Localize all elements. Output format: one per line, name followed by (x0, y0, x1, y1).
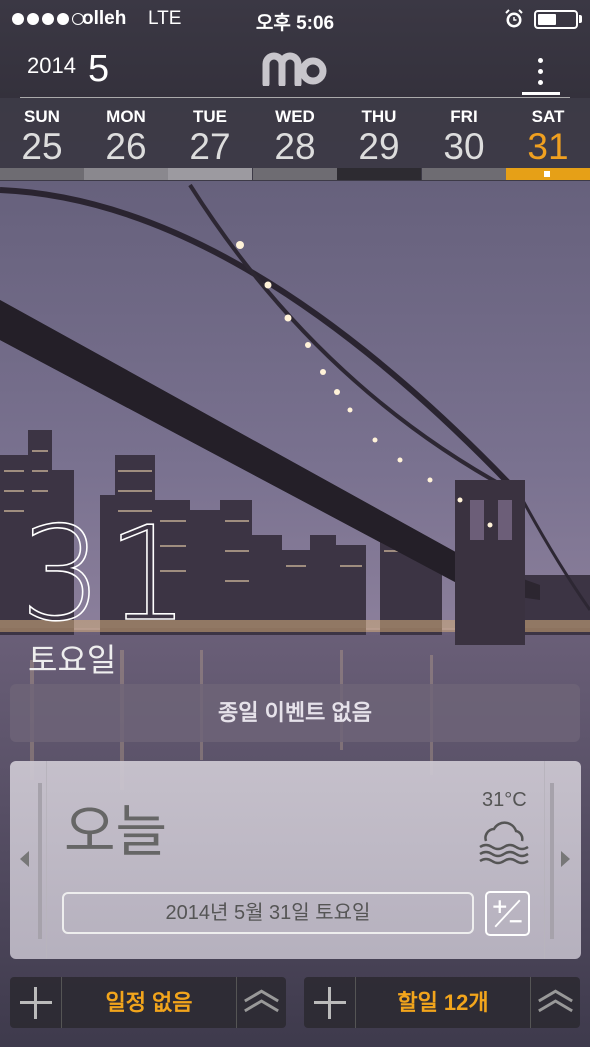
day-sun[interactable]: SUN 25 (0, 98, 84, 181)
plus-minus-icon[interactable] (485, 891, 530, 936)
day-sat-selected[interactable]: SAT 31 (506, 98, 590, 181)
day-name: FRI (450, 107, 478, 126)
add-todo-plus-icon[interactable] (304, 977, 356, 1028)
day-color-bar (84, 168, 168, 180)
todo-bar: 할일 12개 (304, 977, 580, 1028)
chevron-right-icon[interactable] (561, 851, 570, 867)
big-day-number: 31 (19, 497, 194, 651)
day-color-bar (168, 168, 252, 180)
schedule-bar: 일정 없음 (10, 977, 286, 1028)
day-color-bar (422, 168, 506, 180)
add-schedule-plus-icon[interactable] (10, 977, 62, 1028)
battery-tip (579, 15, 582, 23)
day-name: SUN (24, 107, 60, 126)
current-year[interactable]: 2014 (27, 53, 76, 79)
double-chevron-up-icon[interactable] (236, 977, 286, 1028)
day-name: WED (275, 107, 315, 126)
app-header: olleh LTE 오후 5:06 2014 5 (0, 0, 590, 98)
status-bar: olleh LTE 오후 5:06 (0, 0, 590, 38)
menu-underline (522, 92, 560, 95)
mo-logo-icon[interactable] (262, 52, 328, 86)
day-color-bar (0, 168, 84, 180)
full-date-field[interactable]: 2014년 5월 31일 토요일 (62, 892, 474, 934)
fog-icon (479, 821, 529, 865)
battery-icon (534, 10, 578, 29)
day-name: TUE (193, 107, 227, 126)
week-strip: SUN 25 MON 26 TUE 27 WED 28 THU 29 FRI 3… (0, 98, 590, 181)
day-color-bar (253, 168, 337, 180)
double-chevron-up-icon[interactable] (530, 977, 580, 1028)
schedule-label[interactable]: 일정 없음 (62, 977, 236, 1028)
status-time: 오후 5:06 (255, 13, 335, 34)
current-month[interactable]: 5 (88, 48, 109, 91)
card-divider-left (46, 761, 47, 959)
day-fri[interactable]: FRI 30 (422, 98, 506, 181)
day-name: MON (106, 107, 146, 126)
day-date: 27 (189, 126, 231, 167)
card-scroll-bar-left (38, 783, 42, 939)
todo-label[interactable]: 할일 12개 (356, 977, 530, 1028)
day-name: THU (361, 107, 397, 126)
day-date: 26 (105, 126, 147, 167)
selected-day-marker (544, 171, 550, 177)
day-mon[interactable]: MON 26 (84, 98, 168, 181)
day-date: 28 (274, 126, 316, 167)
day-date: 25 (21, 126, 63, 167)
temperature: 31°C (482, 789, 527, 811)
chevron-left-icon[interactable] (20, 851, 29, 867)
day-thu[interactable]: THU 29 (337, 98, 421, 181)
all-day-events-banner[interactable]: 종일 이벤트 없음 (10, 684, 580, 742)
alarm-clock-icon (505, 9, 523, 28)
card-scroll-bar-right (550, 783, 554, 939)
day-name: SAT (531, 107, 565, 126)
day-date: 30 (443, 126, 485, 167)
more-vertical-icon[interactable] (522, 54, 558, 94)
day-wed[interactable]: WED 28 (253, 98, 337, 181)
today-label: 오늘 (64, 800, 168, 863)
weekday-label: 토요일 (28, 642, 117, 678)
today-card[interactable]: 오늘 31°C 2014년 5월 31일 토요일 (10, 761, 581, 959)
day-tue[interactable]: TUE 27 (168, 98, 252, 181)
day-color-bar (337, 168, 421, 180)
day-date: 31 (527, 126, 569, 167)
card-divider-right (544, 761, 545, 959)
day-date: 29 (358, 126, 400, 167)
